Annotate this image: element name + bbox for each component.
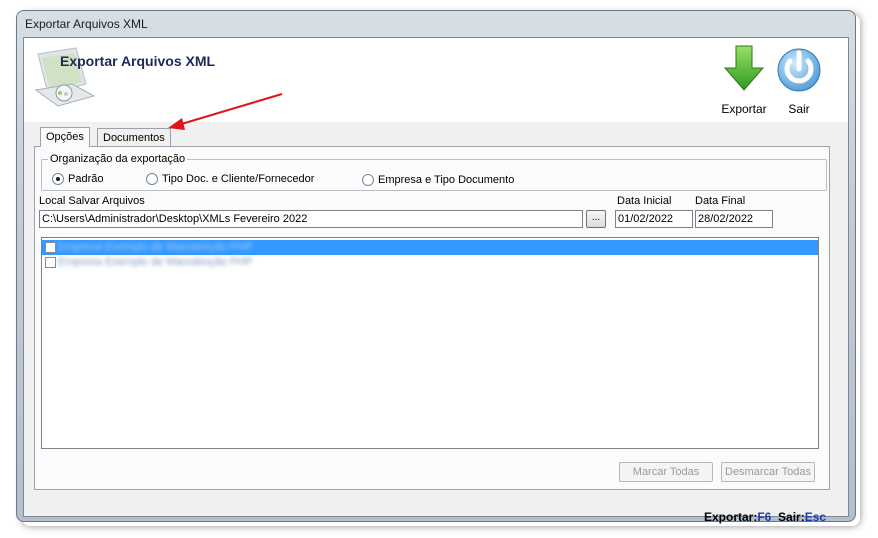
- unmark-all-button[interactable]: Desmarcar Todas: [721, 462, 815, 482]
- page-title: Exportar Arquivos XML: [60, 53, 216, 69]
- date-start-input[interactable]: 01/02/2022: [615, 210, 693, 228]
- radio-dot: [362, 174, 374, 186]
- list-item[interactable]: Empresa Exemplo de Manutenção PHP: [42, 240, 818, 255]
- power-icon: [777, 48, 821, 92]
- organization-group: Organização da exportação Padrão Tipo Do…: [41, 153, 827, 191]
- tab-label: Opções: [46, 131, 84, 143]
- exit-label: Sair: [788, 102, 810, 116]
- header-panel: Exportar Arquivos XML Exportar Sair: [24, 38, 848, 122]
- shortcut-hints: Exportar:F6 Sair:Esc: [704, 510, 826, 524]
- save-path-input[interactable]: C:\Users\Administrador\Desktop\XMLs Feve…: [39, 210, 583, 228]
- tab-documentos[interactable]: Documentos: [97, 128, 171, 147]
- radio-dot: [52, 173, 64, 185]
- radio-label: Tipo Doc. e Cliente/Fornecedor: [162, 173, 315, 185]
- date-end-input[interactable]: 28/02/2022: [695, 210, 773, 228]
- shortcut-exit-key: Esc: [804, 510, 827, 524]
- date-start-label: Data Inicial: [617, 195, 672, 207]
- export-label: Exportar: [721, 102, 767, 116]
- date-end-label: Data Final: [695, 195, 746, 207]
- radio-label: Padrão: [68, 173, 104, 185]
- row-checkbox[interactable]: [45, 257, 56, 268]
- shortcut-export-text: Exportar:: [704, 510, 758, 524]
- list-item[interactable]: Empresa Exemplo de Manutenção PHP: [42, 255, 818, 270]
- company-list[interactable]: Empresa Exemplo de Manutenção PHP Empres…: [41, 237, 819, 449]
- download-arrow-icon: [723, 45, 765, 91]
- row-text: Empresa Exemplo de Manutenção PHP: [58, 256, 253, 268]
- organization-legend: Organização da exportação: [48, 153, 188, 165]
- row-checkbox[interactable]: [45, 242, 56, 253]
- main-window: Exportar Arquivos XML Exportar Arquivos …: [16, 10, 856, 524]
- shortcut-exit-text: Sair:: [778, 510, 805, 524]
- save-path-label: Local Salvar Arquivos: [39, 195, 145, 207]
- window-title: Exportar Arquivos XML: [25, 17, 148, 31]
- tab-label: Documentos: [103, 132, 165, 144]
- title-bar[interactable]: Exportar Arquivos XML: [17, 11, 855, 37]
- exit-button[interactable]: Sair: [774, 44, 824, 116]
- row-text: Empresa Exemplo de Manutenção PHP: [58, 241, 253, 253]
- tab-opcoes[interactable]: Opções: [40, 127, 90, 147]
- tab-content-opcoes: Organização da exportação Padrão Tipo Do…: [34, 146, 830, 490]
- radio-dot: [146, 173, 158, 185]
- radio-label: Empresa e Tipo Documento: [378, 174, 515, 186]
- export-button[interactable]: Exportar: [719, 44, 769, 116]
- mark-all-button[interactable]: Marcar Todas: [619, 462, 713, 482]
- window-client: Exportar Arquivos XML Exportar Sair Opçõ…: [23, 37, 849, 524]
- shortcut-export-key: F6: [757, 510, 772, 524]
- browse-button[interactable]: ...: [586, 210, 606, 228]
